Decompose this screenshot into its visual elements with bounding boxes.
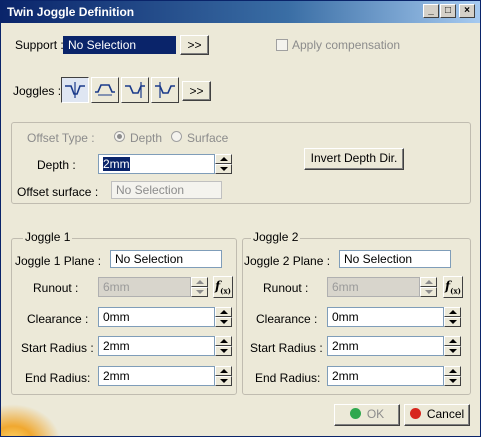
joggle2-start-radius-input[interactable]: 2mm bbox=[327, 336, 444, 356]
joggle1-runout-formula-button[interactable]: f(x) bbox=[213, 276, 233, 298]
joggle1-clearance-down-arrow[interactable] bbox=[215, 317, 232, 327]
depth-radio[interactable] bbox=[114, 131, 125, 142]
close-button[interactable]: × bbox=[459, 4, 475, 18]
joggle1-clearance-label: Clearance : bbox=[27, 312, 89, 326]
joggle-type-1-icon bbox=[65, 82, 85, 98]
joggle1-end-radius-up-arrow[interactable] bbox=[215, 366, 232, 376]
joggle2-end-radius-input[interactable]: 2mm bbox=[327, 366, 444, 386]
joggle2-runout-down-arrow[interactable] bbox=[420, 287, 437, 297]
joggles-more-button[interactable]: >> bbox=[182, 81, 211, 101]
joggle1-plane-label: Joggle 1 Plane : bbox=[15, 254, 102, 268]
joggle1-start-radius-input[interactable]: 2mm bbox=[98, 336, 215, 356]
joggle1-end-radius-down-arrow[interactable] bbox=[215, 376, 232, 386]
depth-up-arrow[interactable] bbox=[215, 154, 232, 164]
window-title: Twin Joggle Definition bbox=[7, 5, 135, 19]
joggle2-runout-spinner[interactable]: 6mm bbox=[327, 277, 437, 297]
apply-compensation-checkbox[interactable] bbox=[276, 39, 288, 51]
title-bar[interactable]: Twin Joggle Definition _ □ × bbox=[1, 1, 480, 23]
joggle-type-1-button[interactable] bbox=[61, 77, 89, 103]
joggle1-start-radius-spinner[interactable]: 2mm bbox=[98, 336, 233, 356]
joggle2-start-radius-up-arrow[interactable] bbox=[444, 336, 461, 346]
joggle2-plane-label: Joggle 2 Plane : bbox=[244, 254, 331, 268]
joggle2-start-radius-label: Start Radius : bbox=[250, 341, 323, 355]
joggle1-plane-field[interactable]: No Selection bbox=[110, 250, 222, 268]
joggle2-start-radius-down-arrow[interactable] bbox=[444, 346, 461, 356]
joggle1-end-radius-spinner[interactable]: 2mm bbox=[98, 366, 233, 386]
joggle-type-2-icon bbox=[95, 84, 115, 96]
joggle-type-4-icon bbox=[155, 82, 175, 98]
joggle2-start-radius-spinner[interactable]: 2mm bbox=[327, 336, 462, 356]
joggle2-plane-field[interactable]: No Selection bbox=[339, 250, 451, 268]
invert-depth-button[interactable]: Invert Depth Dir. bbox=[304, 148, 404, 170]
offset-surface-field[interactable]: No Selection bbox=[111, 181, 222, 199]
joggle1-runout-spinner[interactable]: 6mm bbox=[98, 277, 208, 297]
joggle1-runout-down-arrow[interactable] bbox=[191, 287, 208, 297]
depth-input[interactable]: 2mm bbox=[98, 154, 215, 174]
joggle-type-4-button[interactable] bbox=[151, 77, 179, 103]
support-more-button[interactable]: >> bbox=[180, 35, 209, 55]
joggle2-runout-input[interactable]: 6mm bbox=[327, 277, 420, 297]
ok-icon bbox=[349, 408, 361, 419]
joggle2-title: Joggle 2 bbox=[251, 230, 301, 244]
joggle1-start-radius-up-arrow[interactable] bbox=[215, 336, 232, 346]
offset-surface-label: Offset surface : bbox=[17, 185, 99, 199]
surface-radio[interactable] bbox=[171, 131, 182, 142]
joggles-label: Joggles : bbox=[13, 84, 62, 98]
joggle2-end-radius-down-arrow[interactable] bbox=[444, 376, 461, 386]
maximize-button[interactable]: □ bbox=[440, 4, 456, 18]
minimize-button[interactable]: _ bbox=[423, 4, 439, 18]
joggle1-runout-up-arrow[interactable] bbox=[191, 277, 208, 287]
joggle1-start-radius-down-arrow[interactable] bbox=[215, 346, 232, 356]
apply-compensation-label: Apply compensation bbox=[292, 38, 401, 52]
joggle1-runout-label: Runout : bbox=[33, 281, 79, 295]
joggle1-start-radius-label: Start Radius : bbox=[21, 341, 94, 355]
joggle2-clearance-spinner[interactable]: 0mm bbox=[327, 307, 462, 327]
depth-spinner[interactable]: 2mm bbox=[98, 154, 233, 174]
joggle1-clearance-input[interactable]: 0mm bbox=[98, 307, 215, 327]
joggle1-end-radius-label: End Radius: bbox=[25, 371, 91, 385]
dialog-window: Twin Joggle Definition _ □ × Support : N… bbox=[0, 0, 481, 437]
cancel-button[interactable]: Cancel bbox=[404, 404, 470, 426]
joggle2-runout-up-arrow[interactable] bbox=[420, 277, 437, 287]
joggle2-clearance-label: Clearance : bbox=[256, 312, 318, 326]
joggle2-clearance-input[interactable]: 0mm bbox=[327, 307, 444, 327]
ok-label: OK bbox=[366, 407, 385, 421]
support-label: Support : bbox=[15, 38, 64, 52]
joggle-type-3-icon bbox=[125, 82, 145, 98]
status-decoration bbox=[1, 404, 61, 436]
joggle-type-2-button[interactable] bbox=[91, 77, 119, 103]
depth-radio-label: Depth bbox=[130, 131, 163, 145]
offset-type-label: Offset Type : bbox=[27, 131, 95, 145]
joggle2-clearance-down-arrow[interactable] bbox=[444, 317, 461, 327]
joggle-type-3-button[interactable] bbox=[121, 77, 149, 103]
joggle1-clearance-up-arrow[interactable] bbox=[215, 307, 232, 317]
support-selection-field[interactable]: No Selection bbox=[63, 36, 176, 54]
joggle2-end-radius-label: End Radius: bbox=[255, 371, 321, 385]
joggle1-clearance-spinner[interactable]: 0mm bbox=[98, 307, 233, 327]
depth-down-arrow[interactable] bbox=[215, 164, 232, 174]
joggle1-title: Joggle 1 bbox=[23, 230, 73, 244]
surface-radio-label: Surface bbox=[187, 131, 229, 145]
ok-button[interactable]: OK bbox=[334, 404, 400, 426]
cancel-icon bbox=[409, 408, 421, 419]
cancel-label: Cancel bbox=[426, 407, 465, 421]
joggle2-end-radius-spinner[interactable]: 2mm bbox=[327, 366, 462, 386]
depth-label: Depth : bbox=[37, 158, 76, 172]
joggle1-runout-input[interactable]: 6mm bbox=[98, 277, 191, 297]
joggle2-clearance-up-arrow[interactable] bbox=[444, 307, 461, 317]
joggle2-runout-formula-button[interactable]: f(x) bbox=[443, 276, 463, 298]
joggle2-runout-label: Runout : bbox=[263, 281, 309, 295]
joggle2-end-radius-up-arrow[interactable] bbox=[444, 366, 461, 376]
joggle1-end-radius-input[interactable]: 2mm bbox=[98, 366, 215, 386]
